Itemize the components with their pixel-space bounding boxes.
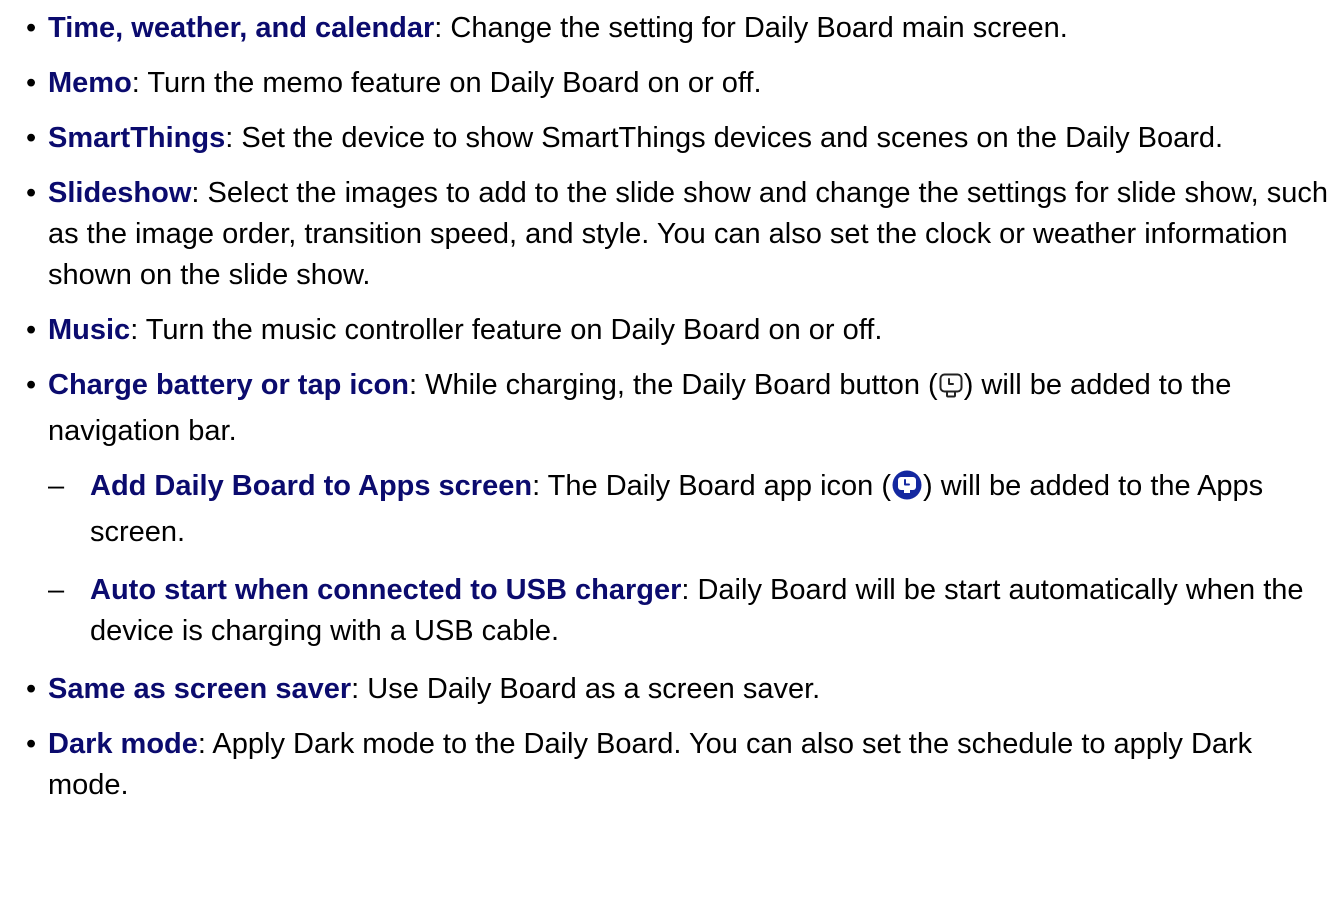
item-description: Set the device to show SmartThings devic…: [241, 122, 1224, 154]
list-item-slideshow: • Slideshow: Select the images to add to…: [14, 173, 1328, 296]
item-description-start: The Daily Board app icon (: [547, 470, 892, 502]
list-item-screen-saver: • Same as screen saver: Use Daily Board …: [14, 669, 1328, 710]
dash: –: [48, 574, 65, 606]
bullet: •: [26, 673, 37, 705]
bullet: •: [26, 177, 37, 209]
item-description-start: While charging, the Daily Board button (: [425, 369, 938, 401]
item-separator: :: [351, 673, 368, 705]
item-separator: :: [131, 67, 148, 99]
bullet: •: [26, 369, 37, 401]
list-item-music: • Music: Turn the music controller featu…: [14, 310, 1328, 351]
item-separator: :: [191, 177, 208, 209]
item-description: Change the setting for Daily Board main …: [450, 12, 1068, 44]
daily-board-app-icon: [892, 470, 922, 512]
item-term: Dark mode: [48, 728, 198, 760]
list-subitem-auto-start-usb: – Auto start when connected to USB charg…: [14, 570, 1328, 652]
item-description: Turn the memo feature on Daily Board on …: [147, 67, 762, 99]
bullet: •: [26, 728, 37, 760]
item-term: SmartThings: [48, 122, 226, 154]
item-separator: :: [681, 574, 698, 606]
item-term: Auto start when connected to USB charger: [90, 574, 682, 606]
list-item-memo: • Memo: Turn the memo feature on Daily B…: [14, 63, 1328, 104]
item-term: Charge battery or tap icon: [48, 369, 409, 401]
list-item-smartthings: • SmartThings: Set the device to show Sm…: [14, 118, 1328, 159]
item-description: Select the images to add to the slide sh…: [48, 177, 1328, 291]
list-item-charge-battery: • Charge battery or tap icon: While char…: [14, 365, 1328, 452]
item-separator: :: [434, 12, 451, 44]
bullet: •: [26, 122, 37, 154]
item-term: Slideshow: [48, 177, 192, 209]
list-item-dark-mode: • Dark mode: Apply Dark mode to the Dail…: [14, 724, 1328, 806]
bullet: •: [26, 12, 37, 44]
item-term: Add Daily Board to Apps screen: [90, 470, 533, 502]
item-separator: :: [130, 314, 146, 346]
daily-board-button-icon: [939, 370, 963, 411]
bullet: •: [26, 67, 37, 99]
item-description: Apply Dark mode to the Daily Board. You …: [48, 728, 1253, 801]
settings-description-list: • Time, weather, and calendar: Change th…: [0, 0, 1344, 806]
item-term: Music: [48, 314, 131, 346]
bullet: •: [26, 314, 37, 346]
item-term: Time, weather, and calendar: [48, 12, 435, 44]
item-separator: :: [197, 728, 213, 760]
item-term: Same as screen saver: [48, 673, 352, 705]
item-separator: :: [532, 470, 548, 502]
item-description: Turn the music controller feature on Dai…: [145, 314, 883, 346]
item-description: Use Daily Board as a screen saver.: [367, 673, 821, 705]
item-separator: :: [225, 122, 242, 154]
list-item-time-weather-calendar: • Time, weather, and calendar: Change th…: [14, 8, 1328, 49]
dash: –: [48, 470, 65, 502]
list-subitem-add-to-apps: – Add Daily Board to Apps screen: The Da…: [14, 466, 1328, 553]
item-term: Memo: [48, 67, 132, 99]
item-separator: :: [408, 369, 426, 401]
